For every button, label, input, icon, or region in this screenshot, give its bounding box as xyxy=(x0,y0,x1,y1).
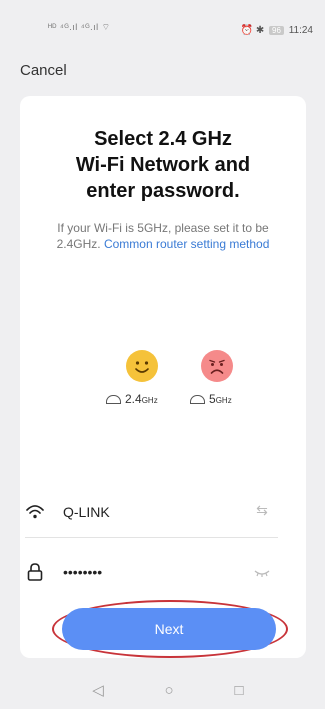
alarm-icon: ⏰ xyxy=(240,25,254,36)
band-24-main: 2.4 xyxy=(125,392,142,406)
status-bar: ᴴᴰ ⁴ᴳ.ıl ⁴ᴳ.ıl ⌔ ⏰ ✱ 96 11:24 xyxy=(0,0,325,52)
bluetooth-icon: ✱ xyxy=(255,25,265,36)
title-line-2: Wi-Fi Network and xyxy=(75,154,251,176)
system-nav-bar: ◁ ○ □ xyxy=(0,676,325,709)
signal-indicators: ᴴᴰ ⁴ᴳ.ıl ⁴ᴳ.ıl ⌔ xyxy=(48,22,111,32)
wifi-ssid-field[interactable]: Q-LINK ⇆ xyxy=(25,492,278,538)
password-value: •••••••• xyxy=(63,564,103,580)
back-icon[interactable]: ◁ xyxy=(86,680,110,702)
switch-icon[interactable]: ⇆ xyxy=(252,502,272,522)
band-5-main: 5 xyxy=(209,392,216,406)
cancel-button[interactable]: Cancel xyxy=(20,62,67,79)
battery-indicator: 96 xyxy=(269,26,284,35)
lock-icon xyxy=(25,562,45,582)
band-24ghz-label: 2.4GHz xyxy=(106,392,158,406)
band-5-unit: GHz xyxy=(215,396,232,405)
happy-face-icon xyxy=(126,350,158,382)
page-title: Select 2.4 GHz Wi-Fi Network and enter p… xyxy=(20,126,306,204)
next-button[interactable]: Next xyxy=(62,608,276,650)
password-field[interactable]: •••••••• xyxy=(25,552,278,597)
band-5ghz-label: 5GHz xyxy=(190,392,232,406)
clock: 11:24 xyxy=(288,25,313,36)
router-icon xyxy=(106,395,121,405)
hint-text: If your Wi-Fi is 5GHz, please set it to … xyxy=(50,220,276,252)
title-line-1: Select 2.4 GHz xyxy=(94,128,232,150)
recent-apps-icon[interactable]: □ xyxy=(227,680,251,702)
status-right: ⏰ ✱ 96 11:24 xyxy=(241,25,313,36)
wifi-icon xyxy=(25,502,45,522)
band-24-unit: GHz xyxy=(141,396,158,405)
home-icon[interactable]: ○ xyxy=(157,680,181,702)
ssid-value: Q-LINK xyxy=(63,504,110,520)
router-setting-link[interactable]: Common router setting method xyxy=(104,237,269,251)
sad-face-icon xyxy=(201,350,233,382)
title-line-3: enter password. xyxy=(86,180,240,202)
eye-closed-icon[interactable] xyxy=(252,562,272,582)
router-icon xyxy=(190,395,205,405)
